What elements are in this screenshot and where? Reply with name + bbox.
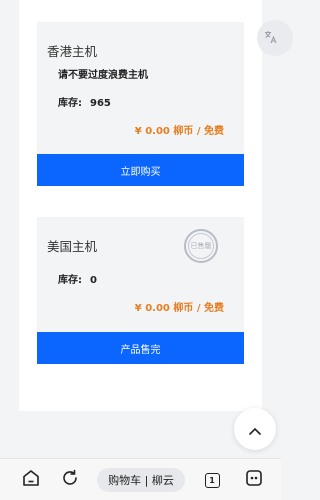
product-stock: 库存: 965	[58, 94, 111, 109]
product-title: 香港主机	[47, 44, 98, 59]
stock-value: 0	[90, 275, 97, 286]
address-bar[interactable]: 购物车 | 柳云	[97, 468, 185, 492]
buy-now-button[interactable]: 立即购买	[37, 154, 244, 186]
product-price: ¥ 0.00 柳币 / 免费	[134, 303, 224, 314]
home-button[interactable]	[20, 469, 42, 491]
sold-out-stamp: 已售罄	[184, 229, 218, 263]
translate-icon	[264, 29, 278, 48]
browser-bottom-bar: 购物车 | 柳云 1	[0, 458, 281, 500]
product-price: ¥ 0.00 柳币 / 免费	[134, 126, 224, 137]
product-card-us: 美国主机 已售罄 库存: 0 ¥ 0.00 柳币 / 免费 产品售完	[37, 217, 244, 364]
menu-button[interactable]	[243, 469, 265, 491]
page-content: 香港主机 请不要过度浪费主机 库存: 965 ¥ 0.00 柳币 / 免费 立即购…	[19, 0, 262, 411]
reload-button[interactable]	[59, 469, 81, 491]
product-stock: 库存: 0	[58, 271, 97, 286]
home-icon	[22, 469, 40, 491]
product-description: 请不要过度浪费主机	[58, 70, 148, 81]
tabs-icon: 1	[204, 472, 220, 488]
menu-icon	[245, 469, 263, 491]
stock-label: 库存:	[58, 98, 82, 109]
stock-label: 库存:	[58, 275, 82, 286]
product-card-hongkong: 香港主机 请不要过度浪费主机 库存: 965 ¥ 0.00 柳币 / 免费 立即购…	[37, 22, 244, 186]
tabs-button[interactable]: 1	[201, 469, 223, 491]
sold-out-stamp-text: 已售罄	[188, 233, 214, 259]
reload-icon	[61, 469, 79, 491]
translate-button[interactable]	[257, 20, 293, 56]
scroll-to-top-button[interactable]	[234, 408, 276, 450]
chevron-up-icon	[249, 420, 261, 439]
product-title: 美国主机	[47, 239, 98, 254]
stock-value: 965	[90, 98, 111, 109]
sold-out-button[interactable]: 产品售完	[37, 332, 244, 364]
